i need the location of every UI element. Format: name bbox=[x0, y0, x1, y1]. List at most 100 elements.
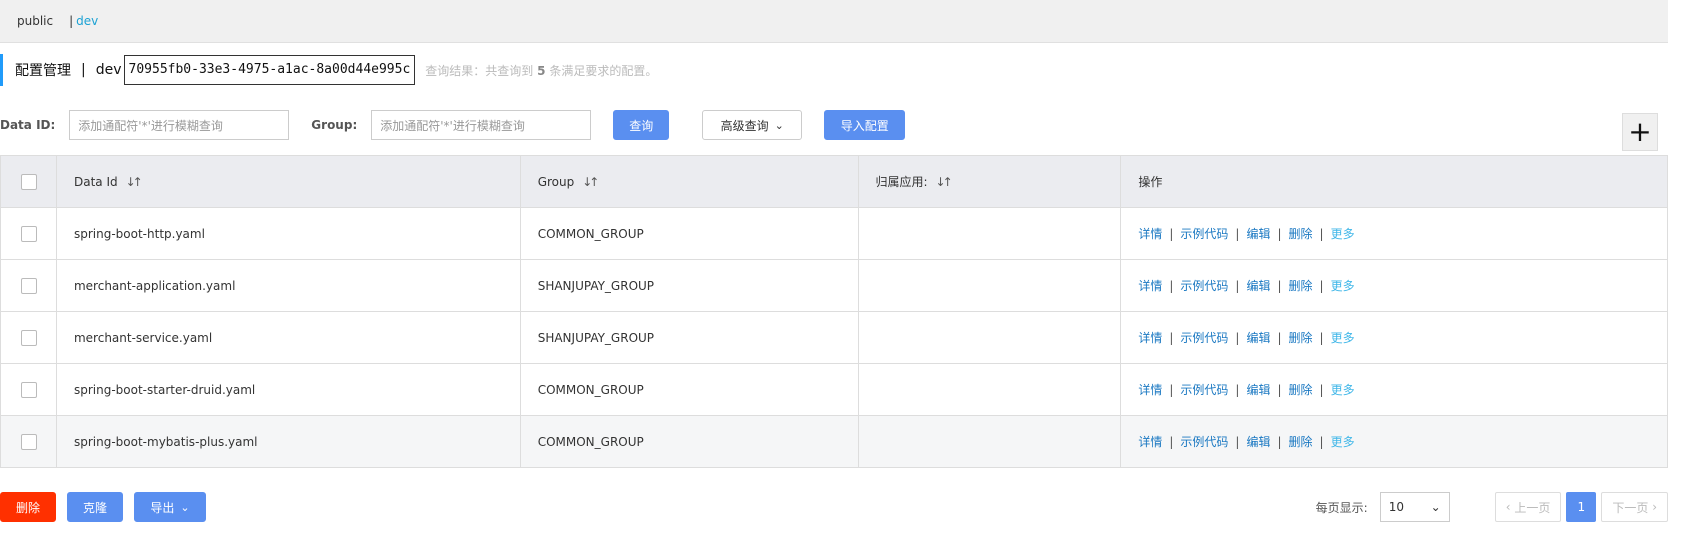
namespace-separator: | bbox=[69, 14, 74, 28]
row-checkbox[interactable] bbox=[21, 433, 37, 450]
sample-code-link[interactable]: 示例代码 bbox=[1180, 381, 1228, 398]
row-checkbox[interactable] bbox=[21, 225, 37, 242]
detail-link[interactable]: 详情 bbox=[1138, 381, 1162, 398]
header-checkbox-cell bbox=[1, 156, 57, 207]
delete-link[interactable]: 删除 bbox=[1289, 225, 1313, 242]
namespace-bar: public | dev bbox=[0, 0, 1668, 43]
edit-link[interactable]: 编辑 bbox=[1246, 433, 1270, 450]
edit-link[interactable]: 编辑 bbox=[1246, 381, 1270, 398]
chevron-left-icon: ‹ bbox=[1505, 500, 1515, 514]
namespace-public[interactable]: public bbox=[17, 14, 53, 28]
pagination: 每页显示: 10 ⌄ ‹ 上一页 1 下一页 › bbox=[1316, 492, 1668, 522]
table-row: merchant-application.yaml SHANJUPAY_GROU… bbox=[1, 260, 1669, 312]
data-id-label: Data ID: bbox=[0, 118, 56, 132]
namespace-id[interactable]: 70955fb0-33e3-4975-a1ac-8a00d44e995c bbox=[123, 55, 416, 85]
table-header-row: Data Id ↓↑ Group ↓↑ 归属应用: ↓↑ 操作 bbox=[1, 156, 1669, 208]
plus-icon: + bbox=[1628, 115, 1652, 148]
add-config-button[interactable]: + bbox=[1622, 113, 1658, 151]
more-link[interactable]: 更多 bbox=[1331, 381, 1355, 398]
row-checkbox[interactable] bbox=[21, 381, 37, 398]
cell-group: COMMON_GROUP bbox=[521, 208, 859, 259]
cell-actions: 详情 | 示例代码 | 编辑 | 删除 | 更多 bbox=[1121, 208, 1669, 259]
cell-actions: 详情 | 示例代码 | 编辑 | 删除 | 更多 bbox=[1121, 416, 1669, 467]
page-size-label: 每页显示: bbox=[1315, 500, 1368, 515]
export-button[interactable]: 导出 ⌄ bbox=[134, 492, 206, 522]
sample-code-link[interactable]: 示例代码 bbox=[1180, 329, 1228, 346]
group-label: Group: bbox=[311, 118, 358, 132]
sample-code-link[interactable]: 示例代码 bbox=[1180, 225, 1228, 242]
select-all-checkbox[interactable] bbox=[21, 173, 37, 190]
cell-data-id: merchant-application.yaml bbox=[57, 260, 521, 311]
delete-link[interactable]: 删除 bbox=[1289, 381, 1313, 398]
namespace-name: dev bbox=[95, 62, 122, 78]
cell-group: COMMON_GROUP bbox=[521, 364, 859, 415]
sample-code-link[interactable]: 示例代码 bbox=[1180, 433, 1228, 450]
config-table: Data Id ↓↑ Group ↓↑ 归属应用: ↓↑ 操作 spring-boot… bbox=[0, 155, 1669, 468]
cell-app bbox=[859, 312, 1122, 363]
more-link[interactable]: 更多 bbox=[1331, 329, 1355, 346]
cell-app bbox=[859, 416, 1122, 467]
cell-app bbox=[859, 260, 1122, 311]
search-button-label: 查询 bbox=[629, 118, 654, 133]
data-id-input[interactable]: 添加通配符'*'进行模糊查询 bbox=[69, 110, 290, 140]
delete-link[interactable]: 删除 bbox=[1289, 277, 1313, 294]
cell-group: COMMON_GROUP bbox=[521, 416, 859, 467]
cell-actions: 详情 | 示例代码 | 编辑 | 删除 | 更多 bbox=[1121, 364, 1669, 415]
chevron-right-icon: › bbox=[1648, 500, 1657, 514]
namespace-dev[interactable]: dev bbox=[76, 14, 98, 28]
table-row: spring-boot-mybatis-plus.yaml COMMON_GRO… bbox=[1, 416, 1669, 468]
import-config-button[interactable]: 导入配置 bbox=[824, 110, 906, 140]
cell-app bbox=[859, 364, 1122, 415]
edit-link[interactable]: 编辑 bbox=[1246, 277, 1270, 294]
more-link[interactable]: 更多 bbox=[1331, 433, 1355, 450]
import-config-label: 导入配置 bbox=[840, 118, 889, 133]
group-input[interactable]: 添加通配符'*'进行模糊查询 bbox=[371, 110, 592, 140]
sample-code-link[interactable]: 示例代码 bbox=[1180, 277, 1228, 294]
column-header-group[interactable]: Group ↓↑ bbox=[521, 156, 859, 207]
detail-link[interactable]: 详情 bbox=[1138, 329, 1162, 346]
cell-group: SHANJUPAY_GROUP bbox=[521, 312, 859, 363]
bulk-delete-button[interactable]: 删除 bbox=[0, 492, 56, 522]
cell-actions: 详情 | 示例代码 | 编辑 | 删除 | 更多 bbox=[1121, 312, 1669, 363]
cell-data-id: spring-boot-mybatis-plus.yaml bbox=[57, 416, 521, 467]
page-header: 配置管理 | dev 70955fb0-33e3-4975-a1ac-8a00d… bbox=[0, 54, 657, 86]
query-result-text: 查询结果：共查询到 5 条满足要求的配置。 bbox=[425, 63, 658, 78]
search-button[interactable]: 查询 bbox=[613, 110, 670, 140]
detail-link[interactable]: 详情 bbox=[1138, 225, 1162, 242]
delete-link[interactable]: 删除 bbox=[1289, 329, 1313, 346]
chevron-down-icon: ⌄ bbox=[180, 500, 190, 514]
table-row: merchant-service.yaml SHANJUPAY_GROUP 详情… bbox=[1, 312, 1669, 364]
prev-page-button[interactable]: ‹ 上一页 bbox=[1494, 492, 1562, 522]
detail-link[interactable]: 详情 bbox=[1138, 433, 1162, 450]
column-header-data-id[interactable]: Data Id ↓↑ bbox=[57, 156, 521, 207]
more-link[interactable]: 更多 bbox=[1331, 225, 1355, 242]
cell-app bbox=[859, 208, 1122, 259]
detail-link[interactable]: 详情 bbox=[1138, 277, 1162, 294]
chevron-down-icon: ⌄ bbox=[1430, 500, 1441, 514]
title-accent-bar bbox=[0, 54, 3, 86]
cell-data-id: merchant-service.yaml bbox=[57, 312, 521, 363]
row-checkbox[interactable] bbox=[21, 329, 37, 346]
cell-actions: 详情 | 示例代码 | 编辑 | 删除 | 更多 bbox=[1121, 260, 1669, 311]
sort-icon[interactable]: ↓↑ bbox=[126, 175, 143, 189]
cell-group: SHANJUPAY_GROUP bbox=[521, 260, 859, 311]
cell-data-id: spring-boot-starter-druid.yaml bbox=[57, 364, 521, 415]
row-checkbox[interactable] bbox=[21, 277, 37, 294]
advanced-search-button[interactable]: 高级查询 ⌄ bbox=[702, 110, 803, 140]
delete-link[interactable]: 删除 bbox=[1289, 433, 1313, 450]
column-header-app[interactable]: 归属应用: ↓↑ bbox=[859, 156, 1122, 207]
result-count: 5 bbox=[537, 63, 546, 78]
more-link[interactable]: 更多 bbox=[1331, 277, 1355, 294]
advanced-search-label: 高级查询 bbox=[720, 118, 769, 133]
edit-link[interactable]: 编辑 bbox=[1246, 225, 1270, 242]
sort-icon[interactable]: ↓↑ bbox=[936, 175, 953, 189]
table-row: spring-boot-http.yaml COMMON_GROUP 详情 | 示… bbox=[1, 208, 1669, 260]
edit-link[interactable]: 编辑 bbox=[1246, 329, 1270, 346]
cell-data-id: spring-boot-http.yaml bbox=[57, 208, 521, 259]
title-separator: | bbox=[81, 62, 86, 78]
next-page-button[interactable]: 下一页 › bbox=[1601, 492, 1668, 522]
clone-button[interactable]: 克隆 bbox=[67, 492, 123, 522]
page-size-select[interactable]: 10 ⌄ bbox=[1379, 492, 1450, 522]
page-number-current[interactable]: 1 bbox=[1566, 492, 1597, 522]
sort-icon[interactable]: ↓↑ bbox=[582, 175, 599, 189]
